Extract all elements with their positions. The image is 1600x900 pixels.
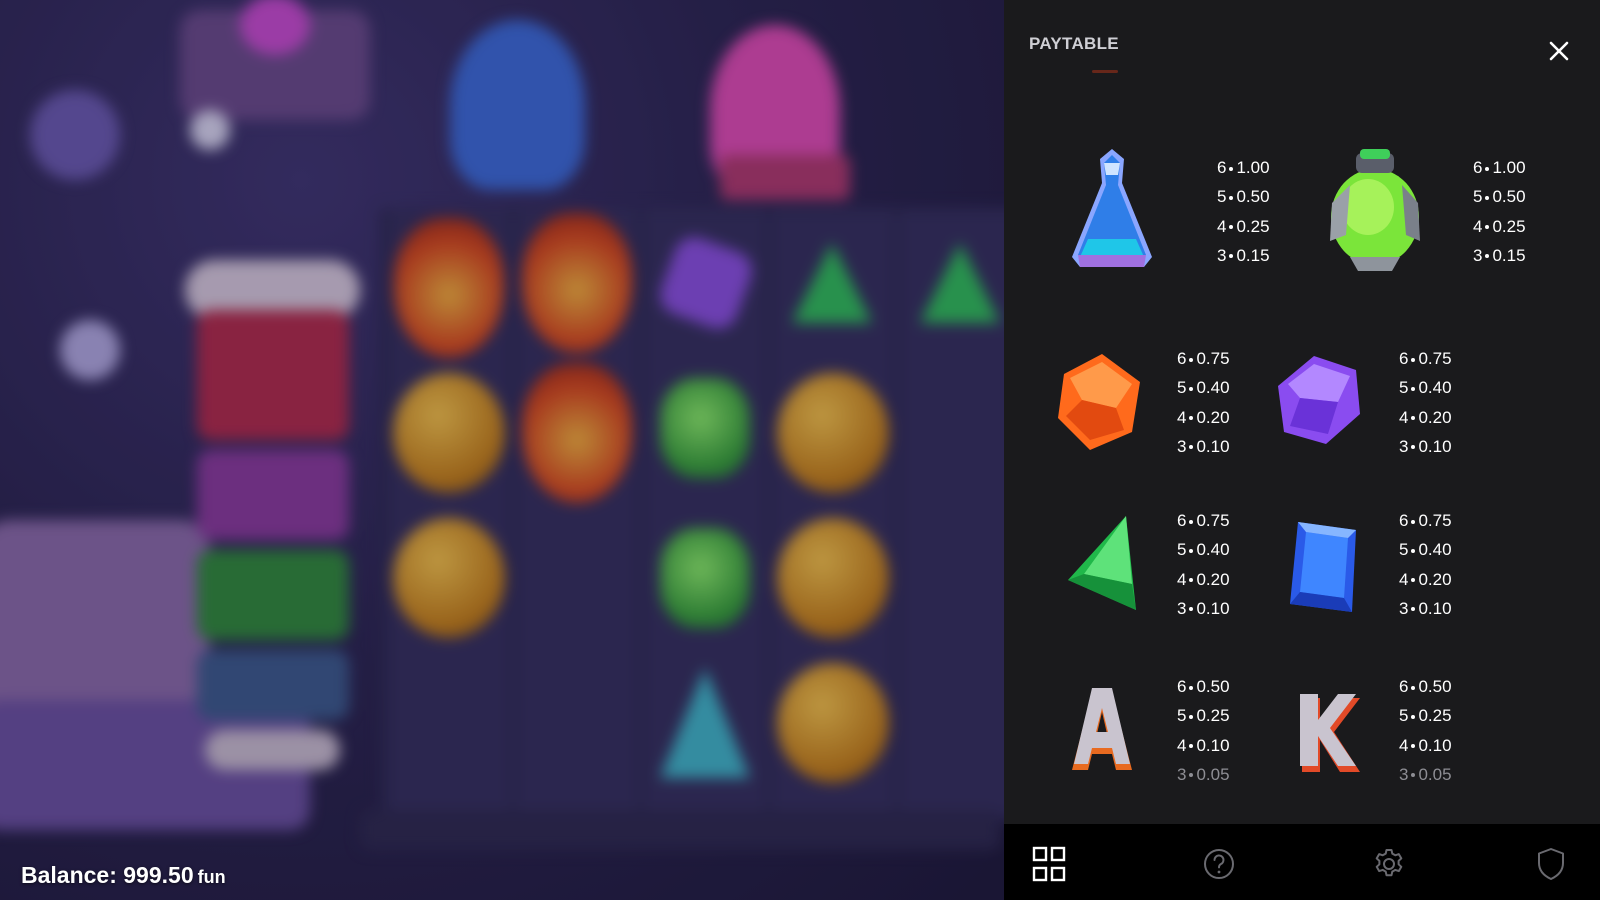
- help-button[interactable]: [1202, 846, 1236, 882]
- payout-row: 5 0.25: [1399, 706, 1452, 726]
- payout-list: 6 1.00 5 0.50 4 0.25 3 0.15: [1473, 153, 1526, 270]
- payout-row: 3 0.10: [1399, 436, 1452, 456]
- balance-display: Balance: 999.50 fun: [21, 862, 226, 889]
- background-overlay: [0, 0, 1004, 900]
- payout-list: 6 0.75 5 0.40 4 0.20 3 0.10: [1399, 344, 1452, 461]
- green-potion-icon: [1320, 145, 1430, 284]
- payout-list: 6 0.50 5 0.25 4 0.10 3 0.05: [1177, 672, 1230, 789]
- letter-k-icon: [1296, 692, 1362, 779]
- bottom-nav: [1004, 824, 1600, 900]
- blue-potion-icon: [1064, 145, 1160, 278]
- payout-row: 6 0.50: [1177, 677, 1230, 696]
- payout-row: 5 0.25: [1177, 706, 1230, 726]
- settings-button[interactable]: [1372, 846, 1406, 882]
- grid-icon: [1032, 846, 1066, 882]
- payout-row: 5 0.50: [1473, 187, 1526, 207]
- payout-row: 3 0.10: [1177, 436, 1230, 456]
- responsible-gaming-button[interactable]: [1534, 846, 1568, 882]
- payout-row: 5 0.50: [1217, 187, 1270, 207]
- close-button[interactable]: [1544, 36, 1574, 66]
- payout-row: 4 0.10: [1177, 735, 1230, 755]
- payout-row: 3 0.10: [1177, 598, 1230, 618]
- payout-row: 3 0.05: [1399, 764, 1452, 784]
- payout-row: 5 0.40: [1399, 540, 1452, 560]
- payout-list: 6 0.75 5 0.40 4 0.20 3 0.10: [1177, 344, 1230, 461]
- letter-a-icon: [1068, 688, 1136, 779]
- payout-list: 6 1.00 5 0.50 4 0.25 3 0.15: [1217, 153, 1270, 270]
- paytable-tab-button[interactable]: [1032, 846, 1066, 882]
- payout-row: 3 0.15: [1217, 245, 1270, 265]
- payout-row: 4 0.10: [1399, 735, 1452, 755]
- paytable-panel: PAYTABLE 6 1.00 5 0.50 4 0.25 3 0.15 6 1…: [1004, 0, 1600, 824]
- payout-row: 6 0.50: [1399, 677, 1452, 696]
- payout-row: 4 0.20: [1177, 407, 1230, 427]
- game-background: Balance: 999.50 fun: [0, 0, 1004, 900]
- payout-row: 6 0.75: [1399, 349, 1452, 368]
- payout-row: 5 0.40: [1177, 540, 1230, 560]
- payout-row: 6 1.00: [1217, 158, 1270, 177]
- title-underline: [1092, 70, 1118, 73]
- payout-row: 5 0.40: [1177, 378, 1230, 398]
- payout-row: 4 0.20: [1399, 569, 1452, 589]
- balance-unit: fun: [197, 867, 226, 887]
- payout-row: 6 0.75: [1177, 511, 1230, 530]
- payout-row: 4 0.20: [1177, 569, 1230, 589]
- payout-row: 5 0.40: [1399, 378, 1452, 398]
- payout-row: 4 0.25: [1217, 216, 1270, 236]
- settings-icon: [1375, 849, 1403, 877]
- payout-row: 3 0.15: [1473, 245, 1526, 265]
- payout-row: 6 1.00: [1473, 158, 1526, 177]
- payout-row: 6 0.75: [1399, 511, 1452, 530]
- close-icon: [1549, 41, 1569, 61]
- payout-row: 4 0.25: [1473, 216, 1526, 236]
- orange-gem-icon: [1054, 352, 1144, 457]
- green-triangle-gem-icon: [1066, 514, 1140, 623]
- payout-list: 6 0.75 5 0.40 4 0.20 3 0.10: [1399, 506, 1452, 623]
- purple-gem-icon: [1276, 354, 1362, 451]
- blue-gem-icon: [1286, 520, 1362, 619]
- shield-icon: [1538, 848, 1564, 880]
- paytable-title: PAYTABLE: [1029, 34, 1119, 53]
- payout-list: 6 0.50 5 0.25 4 0.10 3 0.05: [1399, 672, 1452, 789]
- payout-row: 3 0.10: [1399, 598, 1452, 618]
- balance-label: Balance:: [21, 862, 117, 888]
- balance-amount: 999.50: [123, 862, 194, 888]
- payout-list: 6 0.75 5 0.40 4 0.20 3 0.10: [1177, 506, 1230, 623]
- payout-row: 6 0.75: [1177, 349, 1230, 368]
- payout-row: 4 0.20: [1399, 407, 1452, 427]
- help-icon: [1204, 849, 1234, 879]
- payout-row: 3 0.05: [1177, 764, 1230, 784]
